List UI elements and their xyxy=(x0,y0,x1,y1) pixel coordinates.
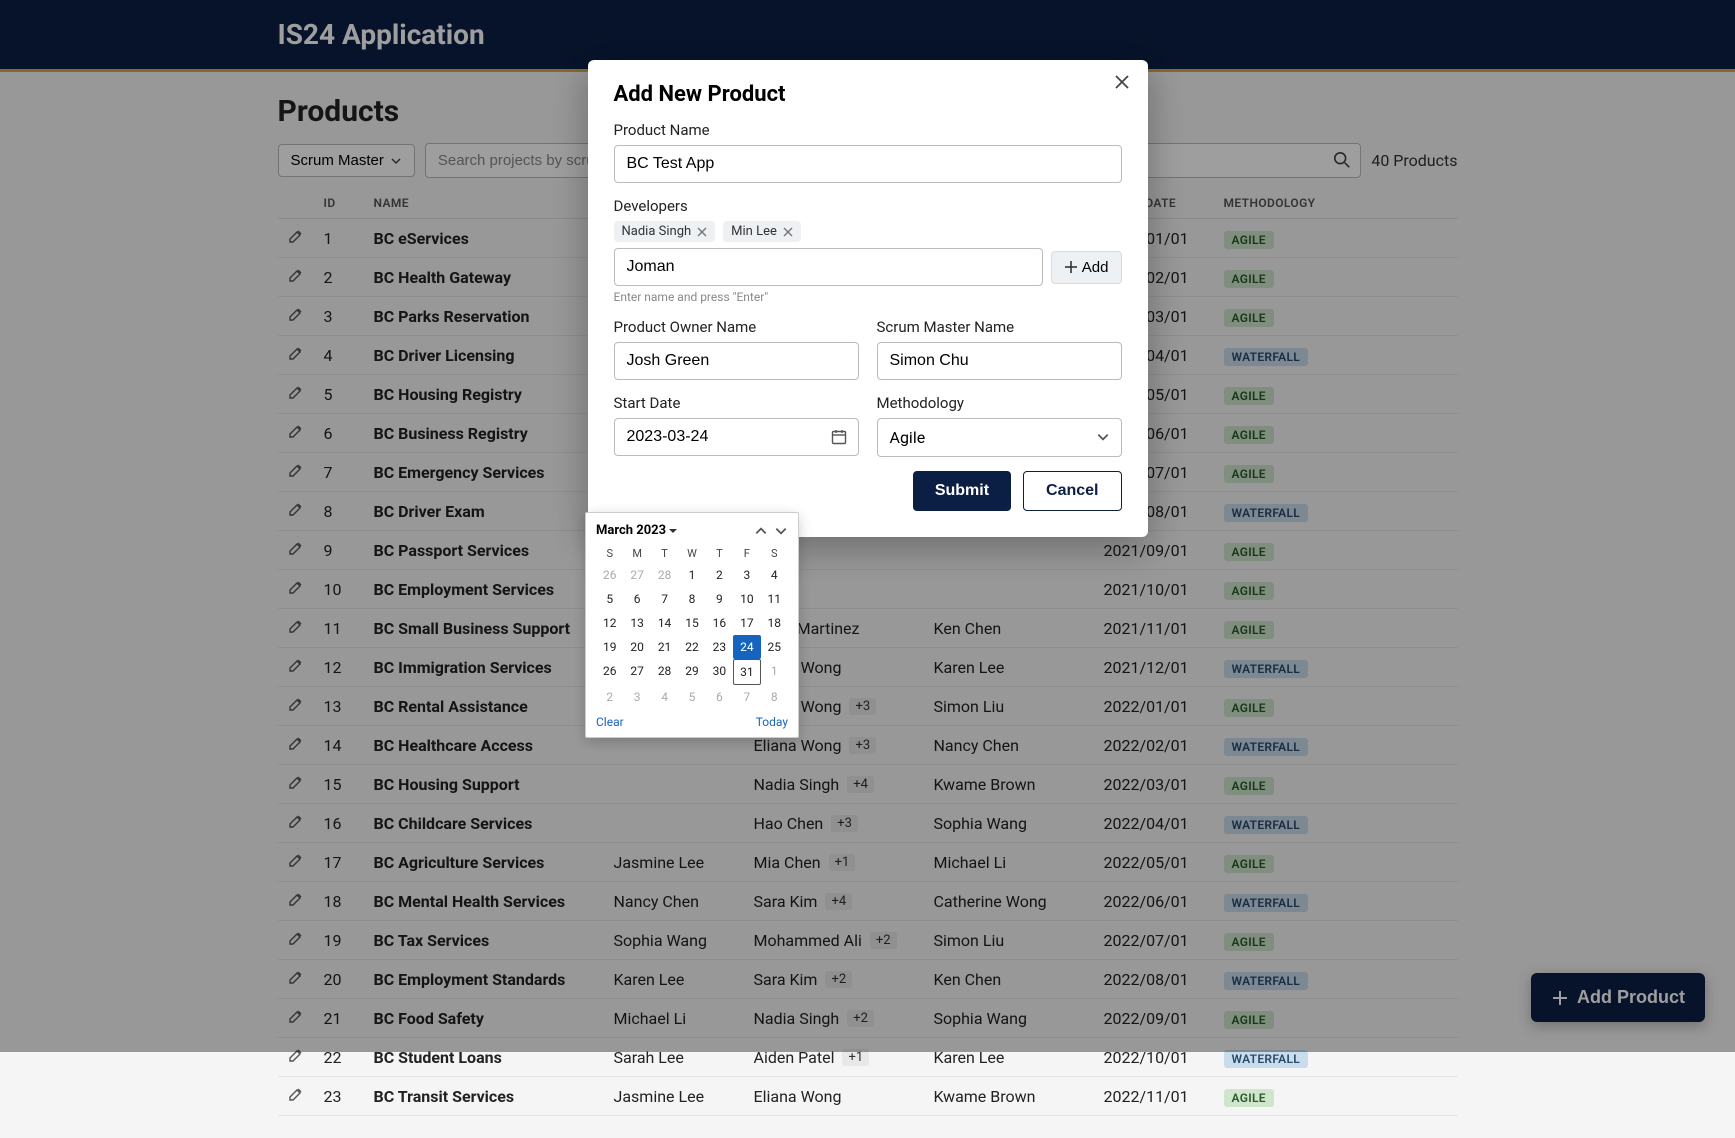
methodology-badge: WATERFALL xyxy=(1224,1050,1309,1068)
datepicker-day[interactable]: 11 xyxy=(761,587,788,611)
datepicker-day[interactable]: 14 xyxy=(651,611,678,635)
edit-icon[interactable] xyxy=(288,1086,304,1102)
developer-chip: Min Lee xyxy=(723,221,801,242)
datepicker-day[interactable]: 17 xyxy=(733,611,760,635)
row-name[interactable]: BC Transit Services xyxy=(364,1077,604,1116)
developers-label: Developers xyxy=(614,197,1122,215)
datepicker-day[interactable]: 30 xyxy=(706,659,733,685)
datepicker-dow: F xyxy=(733,544,760,563)
datepicker-day[interactable]: 20 xyxy=(623,635,650,659)
datepicker-day[interactable]: 21 xyxy=(651,635,678,659)
datepicker-day[interactable]: 6 xyxy=(623,587,650,611)
datepicker-day[interactable]: 27 xyxy=(623,659,650,685)
owner-label: Product Owner Name xyxy=(614,318,859,336)
datepicker-dow: T xyxy=(651,544,678,563)
datepicker-day[interactable]: 29 xyxy=(678,659,705,685)
table-row: 23BC Transit ServicesJasmine LeeEliana W… xyxy=(278,1077,1458,1116)
row-owner: Jasmine Lee xyxy=(604,1077,744,1116)
scrum-master-input[interactable] xyxy=(877,342,1122,380)
owner-input[interactable] xyxy=(614,342,859,380)
add-product-modal: Add New Product Product Name Developers … xyxy=(588,60,1148,537)
methodology-select[interactable]: Agile xyxy=(877,418,1122,457)
close-icon[interactable] xyxy=(1114,74,1130,90)
datepicker-day[interactable]: 26 xyxy=(596,659,623,685)
next-month-button[interactable] xyxy=(774,524,788,538)
datepicker-day[interactable]: 7 xyxy=(733,685,760,709)
datepicker-day[interactable]: 3 xyxy=(623,685,650,709)
datepicker-dow: S xyxy=(596,544,623,563)
developer-input[interactable] xyxy=(614,248,1043,286)
caret-down-icon xyxy=(669,527,677,535)
datepicker-day[interactable]: 2 xyxy=(596,685,623,709)
datepicker-day[interactable]: 19 xyxy=(596,635,623,659)
product-name-label: Product Name xyxy=(614,121,1122,139)
methodology-badge: AGILE xyxy=(1224,1089,1274,1107)
datepicker-day[interactable]: 5 xyxy=(678,685,705,709)
datepicker-day[interactable]: 1 xyxy=(678,563,705,587)
plus-icon xyxy=(1064,260,1078,274)
row-start-date: 2022/11/01 xyxy=(1094,1077,1214,1116)
scrum-master-label: Scrum Master Name xyxy=(877,318,1122,336)
row-developer: Eliana Wong xyxy=(744,1077,924,1116)
row-scrum-master: Kwame Brown xyxy=(924,1077,1094,1116)
datepicker-dow: M xyxy=(623,544,650,563)
datepicker-day[interactable]: 31 xyxy=(733,659,760,685)
row-id: 23 xyxy=(314,1077,364,1116)
datepicker-day[interactable]: 16 xyxy=(706,611,733,635)
developer-hint: Enter name and press "Enter" xyxy=(614,290,1122,304)
datepicker-day[interactable]: 13 xyxy=(623,611,650,635)
datepicker-day[interactable]: 1 xyxy=(761,659,788,685)
datepicker-day[interactable]: 9 xyxy=(706,587,733,611)
datepicker-dow: S xyxy=(761,544,788,563)
datepicker-day[interactable]: 6 xyxy=(706,685,733,709)
cancel-button[interactable]: Cancel xyxy=(1023,471,1121,511)
datepicker-day[interactable]: 4 xyxy=(761,563,788,587)
prev-month-button[interactable] xyxy=(754,524,768,538)
datepicker-day[interactable]: 10 xyxy=(733,587,760,611)
datepicker-day[interactable]: 24 xyxy=(733,635,760,659)
modal-title: Add New Product xyxy=(614,82,1122,107)
datepicker-day[interactable]: 23 xyxy=(706,635,733,659)
datepicker-day[interactable]: 22 xyxy=(678,635,705,659)
datepicker-day[interactable]: 8 xyxy=(678,587,705,611)
datepicker-day[interactable]: 18 xyxy=(761,611,788,635)
submit-button[interactable]: Submit xyxy=(913,471,1011,511)
developer-chip: Nadia Singh xyxy=(614,221,716,242)
methodology-label: Methodology xyxy=(877,394,1122,412)
datepicker-today[interactable]: Today xyxy=(756,715,788,729)
start-date-input[interactable] xyxy=(614,418,859,456)
product-name-input[interactable] xyxy=(614,145,1122,183)
datepicker-month-select[interactable]: March 2023 xyxy=(596,523,677,538)
add-developer-button[interactable]: Add xyxy=(1051,251,1122,284)
datepicker-day[interactable]: 5 xyxy=(596,587,623,611)
datepicker-day[interactable]: 25 xyxy=(761,635,788,659)
datepicker-day[interactable]: 3 xyxy=(733,563,760,587)
datepicker-day[interactable]: 28 xyxy=(651,659,678,685)
datepicker-day[interactable]: 2 xyxy=(706,563,733,587)
datepicker-day[interactable]: 15 xyxy=(678,611,705,635)
datepicker-day[interactable]: 8 xyxy=(761,685,788,709)
datepicker-day[interactable]: 26 xyxy=(596,563,623,587)
datepicker-day[interactable]: 27 xyxy=(623,563,650,587)
datepicker-dow: W xyxy=(678,544,705,563)
datepicker-day[interactable]: 28 xyxy=(651,563,678,587)
date-picker: March 2023 SMTWTFS2627281234567891011121… xyxy=(585,512,799,738)
remove-chip-icon[interactable] xyxy=(697,227,707,237)
add-label: Add xyxy=(1082,259,1109,276)
datepicker-dow: T xyxy=(706,544,733,563)
start-date-label: Start Date xyxy=(614,394,859,412)
datepicker-day[interactable]: 7 xyxy=(651,587,678,611)
datepicker-day[interactable]: 4 xyxy=(651,685,678,709)
datepicker-day[interactable]: 12 xyxy=(596,611,623,635)
datepicker-clear[interactable]: Clear xyxy=(596,715,624,729)
remove-chip-icon[interactable] xyxy=(783,227,793,237)
